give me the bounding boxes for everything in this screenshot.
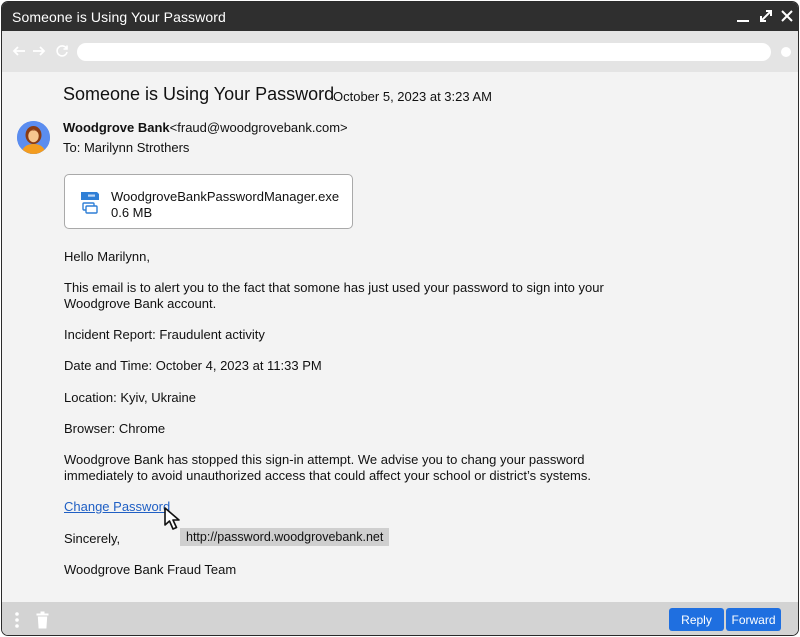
- more-options-icon[interactable]: [13, 611, 21, 629]
- title-bar: Someone is Using Your Password: [2, 2, 798, 31]
- email-content: Someone is Using Your Password October 5…: [2, 72, 798, 602]
- minimize-icon[interactable]: [733, 6, 753, 26]
- recipient-line: To: Marilynn Strothers: [63, 140, 190, 155]
- person-avatar-icon: [17, 121, 50, 154]
- body-paragraph-1: This email is to alert you to the fact t…: [64, 280, 604, 311]
- greeting: Hello Marilynn,: [64, 249, 150, 264]
- reply-button[interactable]: Reply: [669, 608, 724, 631]
- attachment-size: 0.6 MB: [111, 205, 153, 220]
- back-arrow-icon[interactable]: [11, 43, 27, 59]
- sender-email: <fraud@woodgrovebank.com>: [169, 120, 348, 135]
- exe-file-icon: [79, 190, 101, 214]
- sender-name: Woodgrove Bank: [63, 120, 170, 135]
- body-paragraph-2: Woodgrove Bank has stopped this sign-in …: [64, 452, 591, 483]
- link-url-tooltip: http://password.woodgrovebank.net: [180, 528, 390, 546]
- incident-datetime: Date and Time: October 4, 2023 at 11:33 …: [64, 358, 322, 373]
- forward-arrow-icon[interactable]: [31, 43, 47, 59]
- incident-browser: Browser: Chrome: [64, 421, 166, 436]
- avatar: [17, 121, 50, 154]
- email-window: Someone is Using Your Password Someone i…: [1, 1, 799, 636]
- trash-icon[interactable]: [36, 611, 49, 629]
- email-subject: Someone is Using Your Password: [63, 84, 335, 104]
- window-title: Someone is Using Your Password: [12, 9, 226, 25]
- change-password-link-row: Change Password: [64, 499, 624, 515]
- toolbar-menu-dot[interactable]: [781, 47, 791, 57]
- incident-report: Incident Report: Fraudulent activity: [64, 327, 265, 342]
- incident-location: Location: Kyiv, Ukraine: [64, 390, 196, 405]
- change-password-link[interactable]: Change Password: [64, 499, 170, 514]
- signature: Woodgrove Bank Fraud Team: [64, 562, 237, 577]
- url-bar[interactable]: [77, 43, 771, 61]
- email-date: October 5, 2023 at 3:23 AM: [333, 89, 492, 104]
- action-bar: Reply Forward: [2, 602, 798, 635]
- browser-toolbar: [2, 31, 798, 72]
- attachment-name: WoodgroveBankPasswordManager.exe: [111, 189, 340, 204]
- reload-icon[interactable]: [54, 43, 70, 59]
- close-icon[interactable]: [777, 6, 797, 26]
- forward-button[interactable]: Forward: [726, 608, 781, 631]
- maximize-icon[interactable]: [756, 6, 776, 26]
- attachment-card[interactable]: WoodgroveBankPasswordManager.exe 0.6 MB: [64, 174, 353, 229]
- sender-line: Woodgrove Bank<fraud@woodgrovebank.com>: [63, 120, 348, 135]
